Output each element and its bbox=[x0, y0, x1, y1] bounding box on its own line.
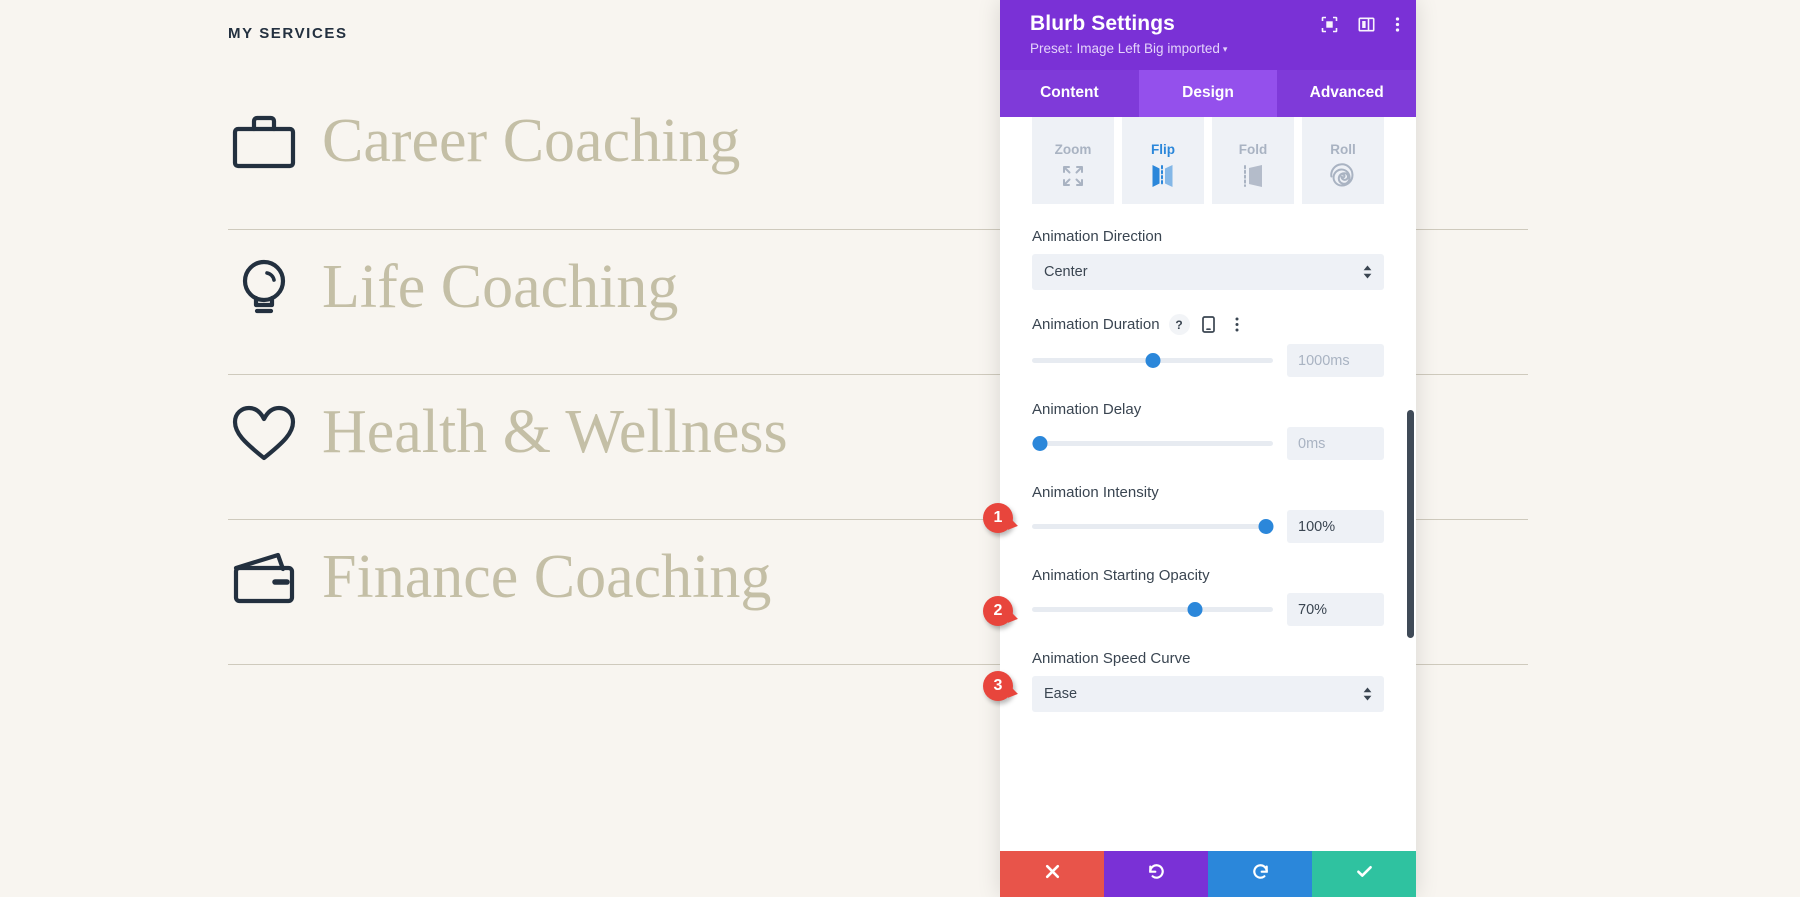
slider-track bbox=[1032, 524, 1273, 529]
animation-style-flip-label: Flip bbox=[1151, 142, 1175, 157]
service-title: Career Coaching bbox=[322, 107, 741, 176]
animation-delay-label: Animation Delay bbox=[1032, 401, 1142, 418]
panel-scrollbar-thumb[interactable] bbox=[1407, 410, 1414, 638]
animation-starting-opacity-slider[interactable] bbox=[1032, 599, 1273, 621]
animation-direction-field: Animation Direction Center bbox=[1032, 228, 1384, 290]
service-title: Life Coaching bbox=[322, 253, 679, 322]
tab-design[interactable]: Design bbox=[1138, 70, 1278, 117]
more-vertical-icon[interactable] bbox=[1395, 16, 1400, 33]
save-button[interactable] bbox=[1312, 851, 1416, 897]
focus-frame-icon[interactable] bbox=[1321, 16, 1338, 33]
animation-direction-select[interactable]: Center bbox=[1032, 254, 1384, 290]
callout-badge-2: 2 bbox=[983, 596, 1013, 626]
select-updown-icon bbox=[1363, 265, 1372, 279]
slider-thumb[interactable] bbox=[1032, 436, 1047, 451]
redo-button[interactable] bbox=[1208, 851, 1312, 897]
animation-style-zoom[interactable]: Zoom bbox=[1032, 125, 1114, 204]
animation-style-grid-row: Zoom Flip Fold Roll bbox=[1032, 125, 1384, 204]
animation-starting-opacity-field: Animation Starting Opacity 70% bbox=[1032, 567, 1384, 626]
slider-thumb[interactable] bbox=[1187, 602, 1203, 617]
animation-starting-opacity-control: 70% bbox=[1032, 593, 1384, 626]
animation-intensity-slider[interactable] bbox=[1032, 516, 1273, 538]
animation-delay-control: 0ms bbox=[1032, 427, 1384, 460]
animation-style-fold-label: Fold bbox=[1238, 142, 1268, 157]
animation-starting-opacity-label: Animation Starting Opacity bbox=[1032, 567, 1210, 584]
animation-duration-control: 1000ms bbox=[1032, 344, 1384, 377]
animation-duration-field: Animation Duration ? 1000ms bbox=[1032, 314, 1384, 377]
select-updown-icon bbox=[1363, 687, 1372, 701]
animation-speed-curve-value: Ease bbox=[1044, 686, 1078, 702]
field-option-icons: ? bbox=[1168, 314, 1248, 335]
animation-duration-label-row: Animation Duration ? bbox=[1032, 314, 1384, 335]
undo-button[interactable] bbox=[1104, 851, 1208, 897]
briefcase-icon bbox=[228, 106, 300, 178]
animation-starting-opacity-input[interactable]: 70% bbox=[1287, 593, 1384, 626]
layout-columns-icon[interactable] bbox=[1358, 16, 1375, 33]
mobile-icon[interactable] bbox=[1198, 314, 1219, 335]
preset-label: Preset: Image Left Big imported bbox=[1030, 41, 1220, 56]
tab-advanced[interactable]: Advanced bbox=[1277, 70, 1417, 117]
animation-speed-curve-select[interactable]: Ease bbox=[1032, 676, 1384, 712]
animation-intensity-field: Animation Intensity 100% bbox=[1032, 484, 1384, 543]
animation-delay-field: Animation Delay 0ms bbox=[1032, 401, 1384, 460]
service-row-main: Career Coaching bbox=[228, 84, 928, 178]
callout-badge-3: 3 bbox=[983, 671, 1013, 701]
animation-style-grid: Zoom Flip Fold Roll bbox=[1032, 117, 1384, 204]
preset-selector[interactable]: Preset: Image Left Big imported ▾ bbox=[1030, 41, 1398, 56]
service-row-main: Life Coaching bbox=[228, 230, 928, 324]
lightbulb-icon bbox=[228, 252, 300, 324]
website-preview: MY SERVICES Career Coaching Imperdiet an… bbox=[0, 0, 1800, 897]
animation-style-zoom-label: Zoom bbox=[1054, 142, 1092, 157]
more-vertical-icon[interactable] bbox=[1227, 314, 1248, 335]
check-icon bbox=[1355, 862, 1374, 886]
animation-intensity-label: Animation Intensity bbox=[1032, 484, 1159, 501]
redo-icon bbox=[1251, 862, 1270, 886]
slider-thumb[interactable] bbox=[1258, 519, 1273, 534]
animation-delay-slider[interactable] bbox=[1032, 433, 1273, 455]
animation-intensity-control: 100% bbox=[1032, 510, 1384, 543]
modal-header: Blurb Settings Preset: Image Left Big im… bbox=[1000, 0, 1416, 70]
roll-anim-icon bbox=[1330, 163, 1356, 194]
modal-tabs: Content Design Advanced bbox=[1000, 70, 1417, 117]
wallet-icon bbox=[228, 542, 300, 614]
fold-anim-icon bbox=[1240, 163, 1266, 194]
animation-speed-curve-field: Animation Speed Curve Ease bbox=[1032, 650, 1384, 712]
service-title: Health & Wellness bbox=[322, 398, 788, 467]
chevron-down-icon: ▾ bbox=[1222, 44, 1228, 54]
tab-content[interactable]: Content bbox=[1000, 70, 1139, 117]
animation-style-fold[interactable]: Fold bbox=[1212, 125, 1294, 204]
animation-intensity-input[interactable]: 100% bbox=[1287, 510, 1384, 543]
slider-track bbox=[1032, 607, 1273, 612]
service-title: Finance Coaching bbox=[322, 543, 772, 612]
animation-style-flip[interactable]: Flip bbox=[1122, 125, 1204, 204]
animation-direction-value: Center bbox=[1044, 264, 1088, 280]
blurb-settings-modal: Blurb Settings Preset: Image Left Big im… bbox=[1000, 0, 1417, 897]
flip-anim-icon bbox=[1150, 163, 1176, 194]
service-row-main: Health & Wellness bbox=[228, 375, 928, 469]
modal-body: Zoom Flip Fold Roll Animation Direction … bbox=[1000, 117, 1416, 897]
service-row-main: Finance Coaching bbox=[228, 520, 928, 614]
heart-icon bbox=[228, 397, 300, 469]
animation-delay-input[interactable]: 0ms bbox=[1287, 427, 1384, 460]
zoom-anim-icon bbox=[1060, 163, 1086, 194]
close-icon bbox=[1044, 863, 1061, 885]
modal-header-actions bbox=[1321, 16, 1400, 33]
animation-speed-curve-label: Animation Speed Curve bbox=[1032, 650, 1191, 667]
animation-duration-slider[interactable] bbox=[1032, 350, 1273, 372]
callout-badge-1: 1 bbox=[983, 503, 1013, 533]
slider-thumb[interactable] bbox=[1145, 353, 1160, 368]
help-icon[interactable]: ? bbox=[1168, 314, 1190, 335]
slider-track bbox=[1032, 441, 1273, 446]
animation-style-roll-label: Roll bbox=[1330, 142, 1356, 157]
cancel-button[interactable] bbox=[1000, 851, 1104, 897]
animation-style-roll[interactable]: Roll bbox=[1302, 125, 1384, 204]
animation-duration-input[interactable]: 1000ms bbox=[1287, 344, 1384, 377]
modal-footer-actions bbox=[1000, 851, 1416, 897]
undo-icon bbox=[1147, 862, 1166, 886]
animation-duration-label: Animation Duration bbox=[1032, 316, 1160, 333]
animation-direction-label: Animation Direction bbox=[1032, 228, 1163, 245]
